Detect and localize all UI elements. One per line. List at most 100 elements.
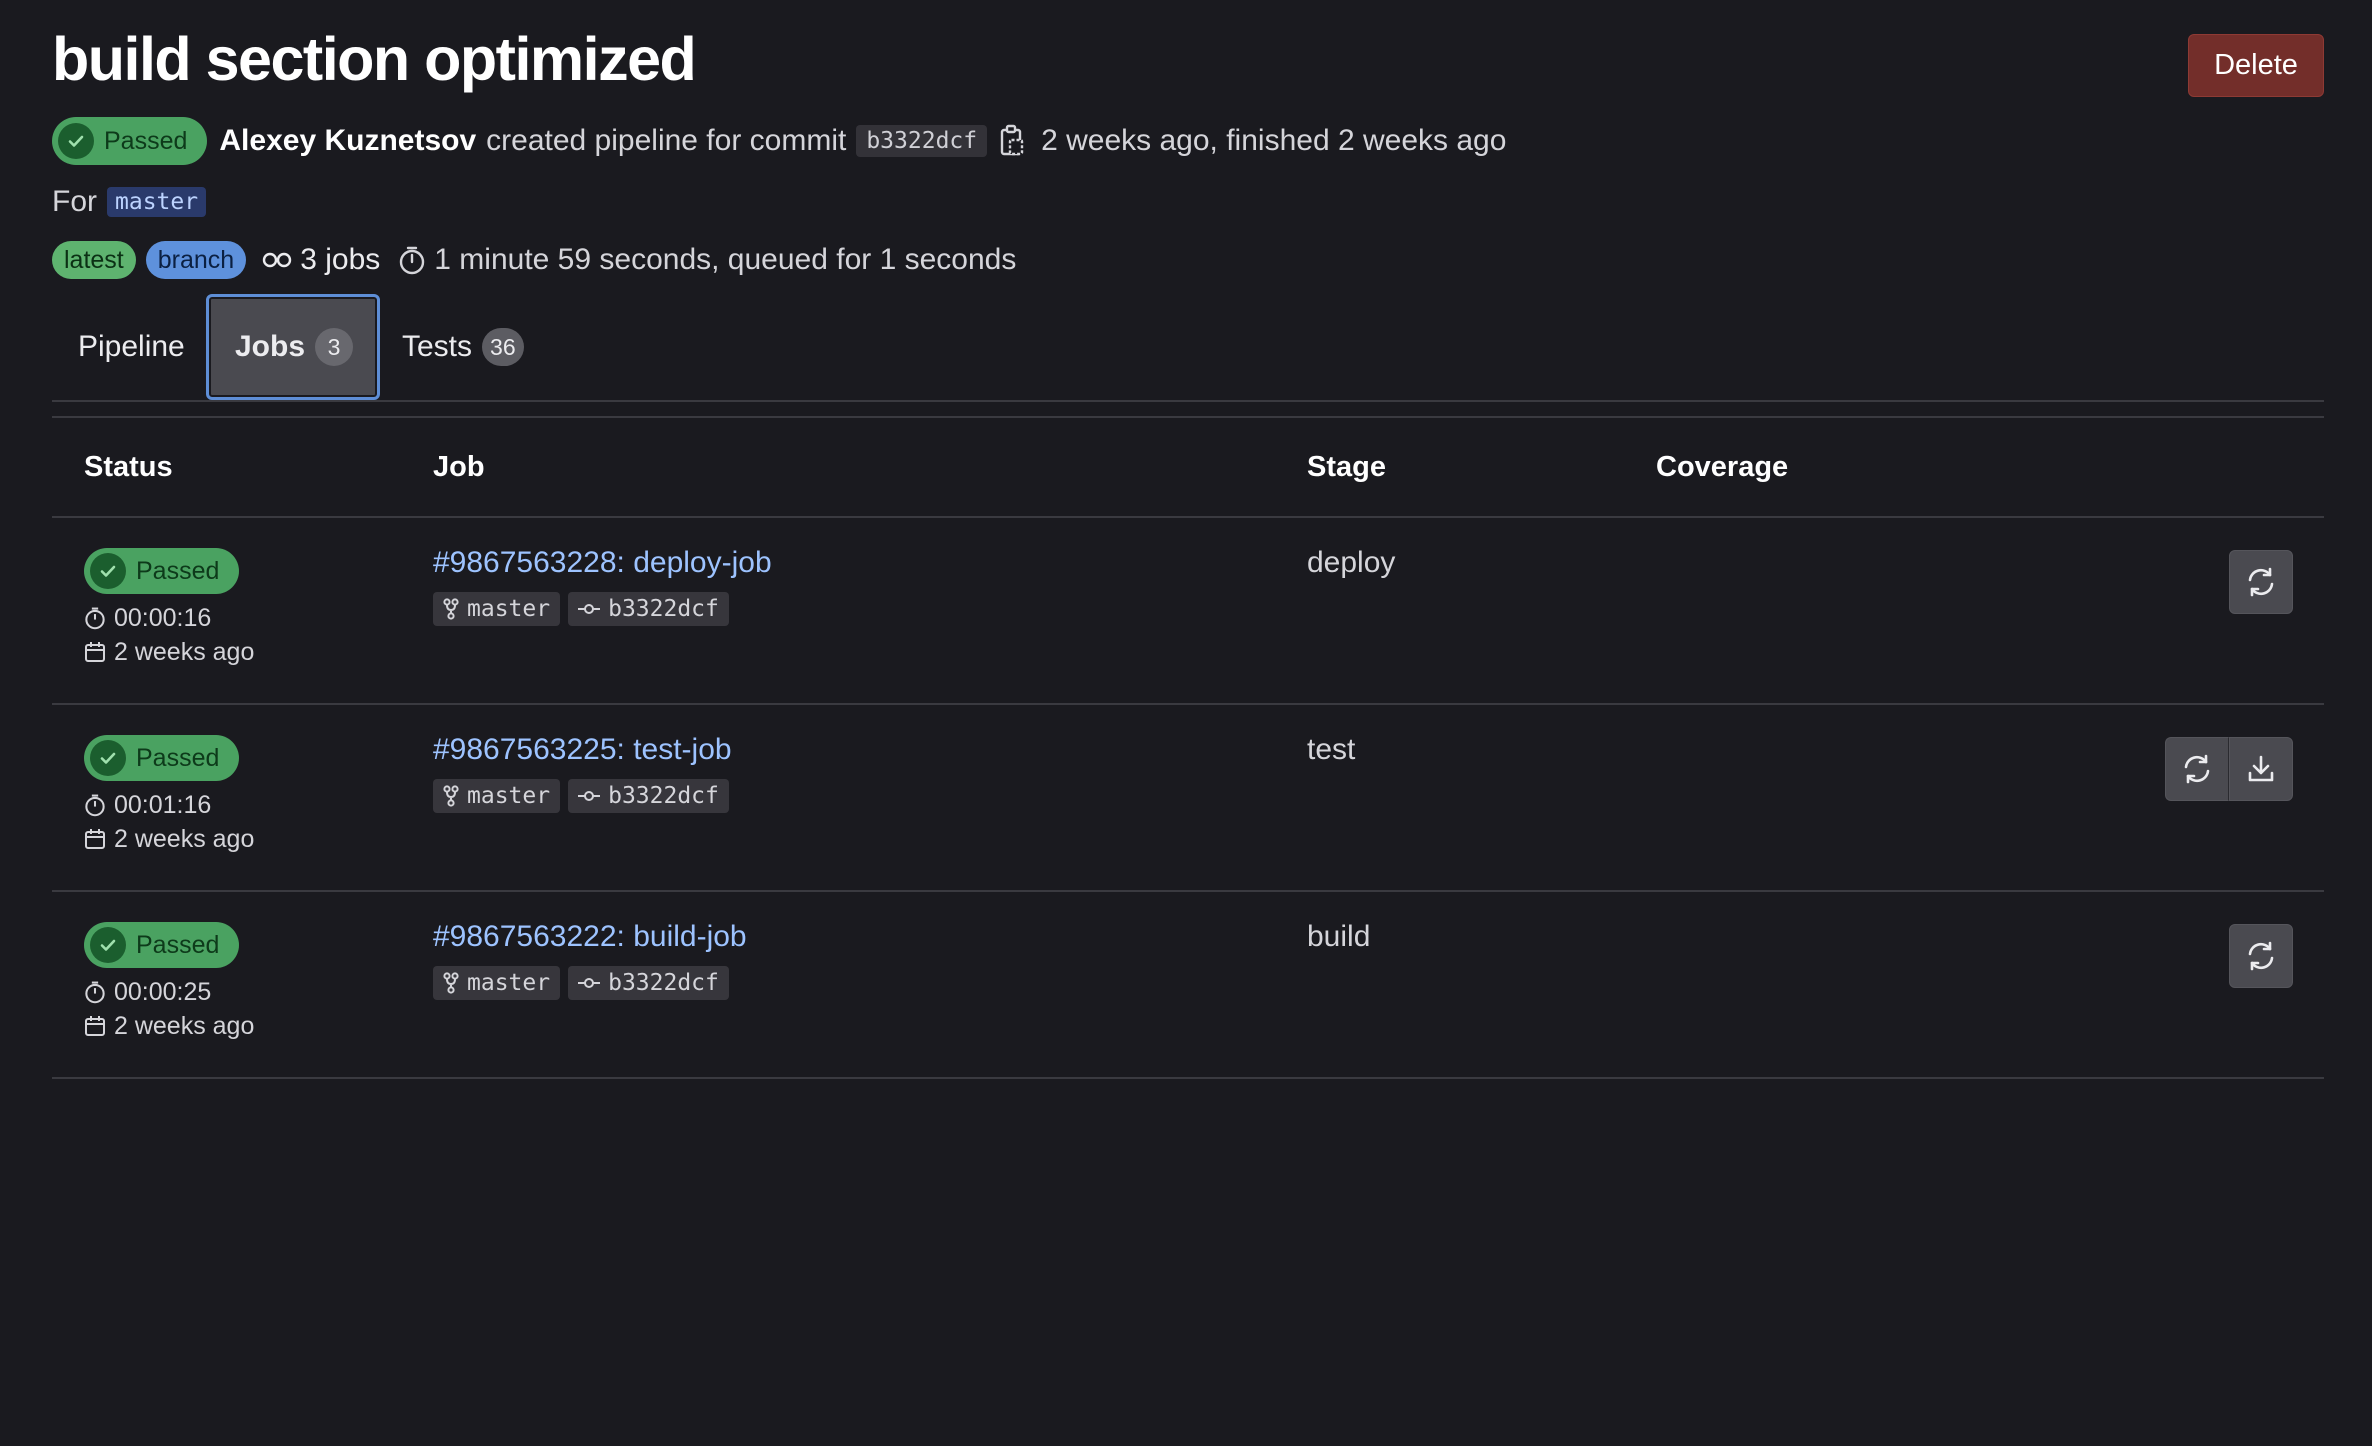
job-finished: 2 weeks ago xyxy=(84,825,254,853)
job-status-label: Passed xyxy=(136,556,220,585)
job-actions xyxy=(2229,550,2293,614)
pipeline-ref: For master xyxy=(52,180,207,224)
job-cell: #9867563228: deploy-job master b3322dcf xyxy=(433,546,772,626)
job-status-badge[interactable]: Passed xyxy=(84,922,240,968)
job-finished: 2 weeks ago xyxy=(84,638,254,666)
job-duration-label: 00:00:25 xyxy=(114,977,212,1006)
retry-icon xyxy=(2248,567,2274,597)
page-title: build section optimized xyxy=(52,25,697,93)
job-status-cell: Passed 00:00:25 2 weeks ago xyxy=(84,922,254,1040)
check-circle-icon xyxy=(90,553,126,589)
job-branch-label: master xyxy=(467,596,551,622)
author-name[interactable]: Alexey Kuznetsov xyxy=(219,124,476,158)
download-icon xyxy=(2248,755,2274,782)
retry-button[interactable] xyxy=(2229,550,2293,614)
job-status-cell: Passed 00:01:16 2 weeks ago xyxy=(84,735,254,853)
check-circle-icon xyxy=(90,927,126,963)
pipeline-badges: latest branch 3 jobs 1 minute 59 seconds… xyxy=(52,238,1016,282)
pipeline-tabs: Pipeline Jobs 3 Tests 36 xyxy=(52,294,2324,402)
timer-icon xyxy=(85,981,105,1004)
commit-sha[interactable]: b3322dcf xyxy=(856,125,988,157)
pipeline-duration: 1 minute 59 seconds, queued for 1 second… xyxy=(398,243,1016,277)
column-header-job: Job xyxy=(433,450,485,483)
tab-label: Tests xyxy=(402,330,473,363)
branch-icon xyxy=(443,785,459,807)
retry-icon xyxy=(2184,754,2210,784)
job-commit-chip[interactable]: b3322dcf xyxy=(568,779,729,813)
jobs-table: Status Job Stage Coverage Passed 00:00:1… xyxy=(52,416,2324,1079)
job-finished-label: 2 weeks ago xyxy=(114,824,255,853)
retry-button[interactable] xyxy=(2165,737,2229,801)
job-branch-chip[interactable]: master xyxy=(433,779,561,813)
job-status-label: Passed xyxy=(136,743,220,772)
check-circle-icon xyxy=(90,740,126,776)
column-header-stage: Stage xyxy=(1307,450,1386,483)
pipeline-icon xyxy=(263,252,292,268)
pipeline-summary: Passed Alexey Kuznetsov created pipeline… xyxy=(52,116,1506,166)
job-actions xyxy=(2229,924,2293,988)
job-status-badge[interactable]: Passed xyxy=(84,548,240,594)
job-duration: 00:01:16 xyxy=(84,791,254,819)
job-status-label: Passed xyxy=(136,930,220,959)
timer-icon xyxy=(85,794,105,817)
job-stage: build xyxy=(1307,920,1371,953)
job-finished-label: 2 weeks ago xyxy=(114,1011,255,1040)
check-circle-icon xyxy=(58,123,94,159)
delete-button[interactable]: Delete xyxy=(2188,34,2324,97)
job-link[interactable]: #9867563225: test-job xyxy=(433,733,732,773)
job-link[interactable]: #9867563222: build-job xyxy=(433,920,747,960)
jobs-count-label: 3 jobs xyxy=(300,243,381,276)
retry-button[interactable] xyxy=(2229,924,2293,988)
tab-label: Pipeline xyxy=(78,330,185,363)
job-stage: deploy xyxy=(1307,546,1396,579)
tab-tests[interactable]: Tests 36 xyxy=(402,294,524,400)
tab-pipeline[interactable]: Pipeline xyxy=(78,294,185,400)
job-branch-label: master xyxy=(467,970,551,996)
latest-badge: latest xyxy=(52,241,136,279)
job-commit-chip[interactable]: b3322dcf xyxy=(568,592,729,626)
job-status-cell: Passed 00:00:16 2 weeks ago xyxy=(84,548,254,666)
job-finished-label: 2 weeks ago xyxy=(114,637,255,666)
branch-link[interactable]: master xyxy=(107,187,207,217)
column-header-coverage: Coverage xyxy=(1656,450,1789,483)
job-branch-label: master xyxy=(467,783,551,809)
calendar-icon xyxy=(85,642,105,662)
table-header: Status Job Stage Coverage xyxy=(52,416,2324,518)
table-row: Passed 00:00:16 2 weeks ago #9867563228:… xyxy=(52,518,2324,705)
job-status-badge[interactable]: Passed xyxy=(84,735,240,781)
action-text: created pipeline for commit xyxy=(486,124,847,157)
calendar-icon xyxy=(85,1016,105,1036)
job-commit-label: b3322dcf xyxy=(608,783,719,809)
job-actions xyxy=(2165,737,2293,801)
job-branch-chip[interactable]: master xyxy=(433,592,561,626)
timer-icon xyxy=(400,246,425,275)
job-stage: test xyxy=(1307,733,1356,766)
job-commit-chip[interactable]: b3322dcf xyxy=(568,966,729,1000)
tab-count-badge: 3 xyxy=(315,328,354,366)
calendar-icon xyxy=(85,829,105,849)
commit-icon xyxy=(578,978,601,988)
table-row: Passed 00:01:16 2 weeks ago #9867563225:… xyxy=(52,705,2324,892)
status-badge[interactable]: Passed xyxy=(52,117,208,165)
job-duration: 00:00:16 xyxy=(84,604,254,632)
table-row: Passed 00:00:25 2 weeks ago #9867563222:… xyxy=(52,892,2324,1079)
for-label: For xyxy=(52,185,97,218)
job-branch-chip[interactable]: master xyxy=(433,966,561,1000)
branch-icon xyxy=(443,598,459,620)
tab-label: Jobs xyxy=(235,330,306,363)
status-badge-label: Passed xyxy=(104,126,188,155)
job-commit-label: b3322dcf xyxy=(608,970,719,996)
job-duration-label: 00:01:16 xyxy=(114,790,212,819)
download-artifacts-button[interactable] xyxy=(2229,737,2293,801)
job-cell: #9867563222: build-job master b3322dcf xyxy=(433,920,747,1000)
job-duration: 00:00:25 xyxy=(84,978,254,1006)
commit-icon xyxy=(578,604,601,614)
tab-jobs[interactable]: Jobs 3 xyxy=(206,294,380,400)
branch-badge: branch xyxy=(145,241,247,279)
duration-label: 1 minute 59 seconds, queued for 1 second… xyxy=(434,243,1017,276)
timer-icon xyxy=(85,607,105,630)
jobs-count: 3 jobs xyxy=(262,243,380,277)
job-link[interactable]: #9867563228: deploy-job xyxy=(433,546,772,586)
column-header-status: Status xyxy=(84,450,173,483)
copy-icon[interactable] xyxy=(999,124,1025,158)
